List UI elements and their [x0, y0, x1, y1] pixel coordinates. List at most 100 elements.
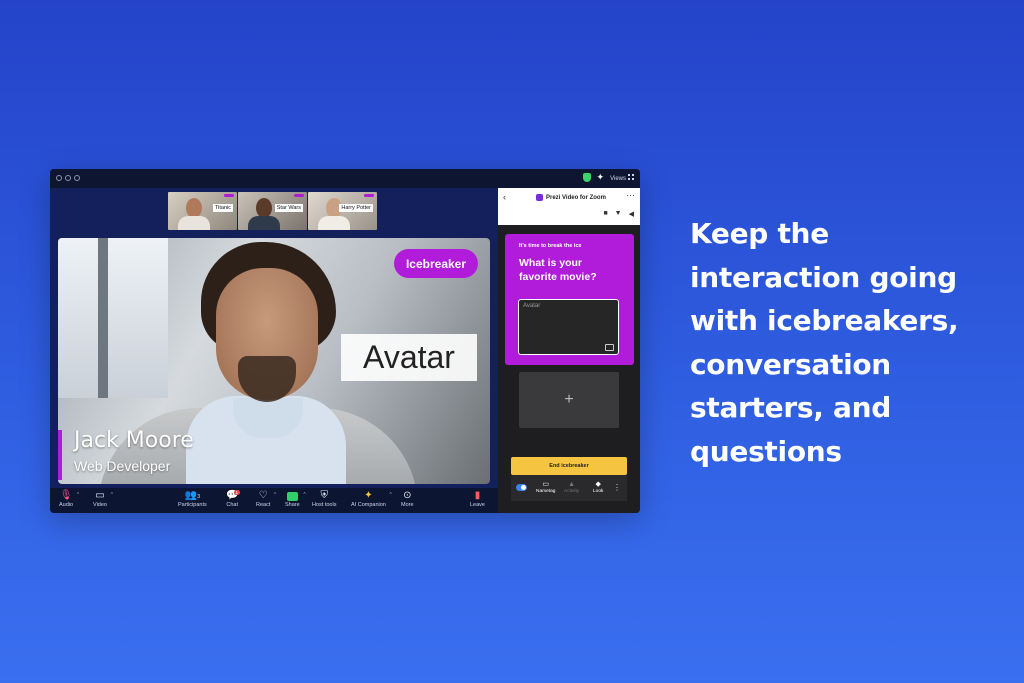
- participant-thumb[interactable]: Star Wars: [238, 192, 307, 230]
- ai-companion-button[interactable]: ✦ ^ AI Companion: [351, 490, 392, 508]
- nametag-icon: ▭: [542, 481, 550, 488]
- back-icon[interactable]: ‹: [503, 192, 506, 202]
- video-stage: Titanic Star Wars Harry Potter Icebreake…: [50, 188, 498, 488]
- chevron-up-icon[interactable]: ^: [390, 492, 392, 498]
- plus-icon: +: [564, 391, 574, 408]
- answer-overlay: Avatar: [341, 334, 477, 381]
- more-button[interactable]: ⊙ More: [401, 490, 414, 508]
- panel-header: ‹ Prezi Video for Zoom ··· ■ ▼ ◀: [498, 188, 640, 225]
- sparkle-icon[interactable]: ✦: [597, 173, 605, 182]
- react-label: React: [256, 502, 271, 508]
- headline-line: questions: [690, 434, 842, 468]
- leave-label: Leave: [470, 502, 485, 508]
- gallery-strip: Titanic Star Wars Harry Potter: [168, 192, 378, 230]
- host-tools-button[interactable]: ⛨ Host tools: [312, 490, 336, 508]
- card-question: What is your favorite movie?: [519, 257, 597, 283]
- headline: Keep the interaction going with icebreak…: [690, 212, 990, 473]
- camera-icon: ▭: [95, 490, 105, 501]
- answer-input-value: Avatar: [523, 303, 541, 309]
- answer-tag: Harry Potter: [339, 204, 373, 212]
- title-bar: ✦ Views: [50, 169, 640, 188]
- tab-nametag-label: Nametag: [536, 489, 556, 494]
- add-card-button[interactable]: +: [519, 372, 619, 428]
- participant-thumb[interactable]: Titanic: [168, 192, 237, 230]
- shield-host-icon: ⛨: [320, 490, 328, 501]
- image-icon[interactable]: [605, 344, 614, 351]
- panel-footer: ▭ Nametag ▲ Activity ◆ Look ⋮: [511, 475, 627, 501]
- ai-companion-label: AI Companion: [351, 502, 386, 508]
- participant-body: [248, 216, 280, 230]
- chat-badge: 1: [234, 490, 240, 495]
- participants-count: 3: [197, 494, 200, 500]
- icebreaker-card: It's time to break the ice What is your …: [505, 234, 634, 365]
- icebreaker-pill: Icebreaker: [394, 249, 478, 278]
- participant-body: [178, 216, 210, 230]
- audio-label: Audio: [59, 502, 74, 508]
- answer-tag: Star Wars: [274, 204, 303, 212]
- participant-body: [318, 216, 350, 230]
- more-icon: ⊙: [403, 490, 412, 501]
- ellipsis-icon[interactable]: ···: [626, 190, 635, 200]
- participant-face: [186, 198, 202, 218]
- speaker-icon[interactable]: ◀: [629, 210, 634, 218]
- share-button[interactable]: ^ Share: [285, 490, 306, 508]
- prezi-logo-icon: [536, 194, 543, 201]
- background-window-frame: [98, 238, 108, 398]
- video-label: Video: [93, 502, 107, 508]
- headline-line: starters, and: [690, 391, 891, 424]
- end-icebreaker-button[interactable]: End icebreaker: [511, 457, 627, 475]
- answer-tag: Titanic: [213, 204, 233, 212]
- share-icon: [286, 492, 298, 501]
- leave-button[interactable]: ▮ Leave: [470, 490, 485, 508]
- chevron-up-icon[interactable]: ^: [111, 492, 113, 498]
- microphone-icon: 🎙: [59, 490, 73, 501]
- leave-icon: ▮: [474, 490, 481, 501]
- tab-activity[interactable]: ▲ Activity: [564, 480, 579, 494]
- titlebar-controls: ✦ Views: [582, 173, 634, 182]
- filter-icon[interactable]: ▼: [615, 210, 622, 218]
- background-window: [58, 238, 168, 398]
- ai-sparkle-icon: ✦: [364, 490, 373, 501]
- camera-toggle-icon[interactable]: ■: [603, 210, 607, 218]
- status-badge: [364, 194, 374, 197]
- views-label: Views: [610, 175, 626, 182]
- speaker-role: Web Developer: [74, 458, 171, 474]
- visibility-toggle[interactable]: [516, 484, 527, 491]
- audio-button[interactable]: 🎙 ^ Audio: [59, 490, 79, 508]
- participants-button[interactable]: 👥3 Participants: [178, 490, 207, 508]
- video-button[interactable]: ▭ ^ Video: [93, 490, 113, 508]
- footer-more-icon[interactable]: ⋮: [613, 483, 621, 492]
- tab-nametag[interactable]: ▭ Nametag: [536, 480, 555, 494]
- speaker-name: Jack Moore: [74, 428, 194, 453]
- nametag-lower-third: Jack Moore Web Developer: [58, 426, 258, 484]
- window-maximize-dot[interactable]: [74, 175, 80, 181]
- grid-icon: [628, 173, 634, 180]
- window-minimize-dot[interactable]: [65, 175, 71, 181]
- chevron-up-icon[interactable]: ^: [77, 492, 79, 498]
- chevron-up-icon[interactable]: ^: [274, 492, 276, 498]
- answer-input[interactable]: Avatar: [518, 299, 619, 355]
- tab-look-label: Look: [593, 489, 604, 494]
- chevron-up-icon[interactable]: ^: [303, 492, 305, 498]
- tab-look[interactable]: ◆ Look: [593, 480, 603, 494]
- react-button[interactable]: ♡ ^ React: [256, 490, 276, 508]
- panel-title-text: Prezi Video for Zoom: [546, 194, 606, 201]
- participant-thumb[interactable]: Harry Potter: [308, 192, 377, 230]
- panel-title: Prezi Video for Zoom: [536, 194, 606, 201]
- headline-line: conversation: [690, 347, 891, 381]
- host-tools-label: Host tools: [312, 502, 337, 508]
- card-kicker: It's time to break the ice: [519, 243, 582, 249]
- views-button[interactable]: Views: [610, 173, 634, 182]
- chat-button[interactable]: 💬 1 Chat: [226, 490, 240, 508]
- shield-icon[interactable]: [582, 173, 591, 182]
- active-speaker-video[interactable]: Icebreaker Avatar Jack Moore Web Develop…: [58, 238, 490, 484]
- paint-icon: ◆: [595, 481, 601, 488]
- window-close-dot[interactable]: [56, 175, 62, 181]
- chat-label: Chat: [226, 502, 239, 508]
- heart-icon: ♡: [258, 490, 268, 501]
- activity-icon: ▲: [568, 481, 576, 488]
- share-label: Share: [285, 502, 300, 508]
- headline-line: with icebreakers,: [690, 304, 959, 337]
- participant-face: [256, 198, 272, 218]
- people-icon: 👥3: [184, 490, 200, 501]
